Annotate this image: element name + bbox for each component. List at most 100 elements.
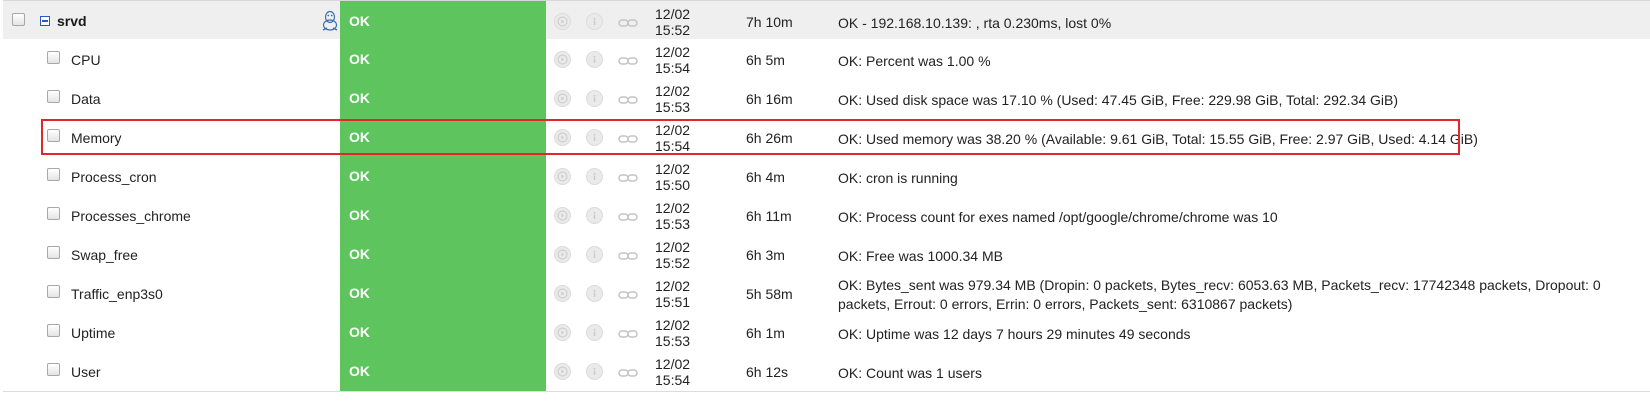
collapse-toggle-icon[interactable] [40, 16, 50, 26]
last-check-time: 15:54 [655, 372, 691, 388]
last-check: 12/02 15:54 [655, 356, 690, 388]
duration: 7h 10m [746, 14, 793, 30]
info-icon[interactable] [586, 207, 603, 224]
link-icon[interactable] [616, 92, 638, 104]
schedule-check-icon[interactable] [554, 168, 571, 185]
last-check: 12/02 15:54 [655, 44, 690, 76]
last-check-date: 12/02 [655, 200, 691, 216]
service-checkbox[interactable] [47, 51, 60, 64]
link-icon[interactable] [616, 248, 638, 260]
link-icon[interactable] [616, 287, 638, 299]
last-check-time: 15:53 [655, 216, 691, 232]
status-badge: OK [340, 117, 546, 157]
status-badge: OK [340, 39, 546, 79]
schedule-check-icon[interactable] [554, 129, 571, 146]
link-icon[interactable] [616, 131, 638, 143]
duration: 6h 12s [746, 364, 789, 380]
service-checkbox[interactable] [47, 324, 60, 337]
service-checkbox[interactable] [47, 90, 60, 103]
host-name[interactable]: srvd [57, 13, 87, 29]
last-check-date: 12/02 [655, 161, 691, 177]
service-row[interactable]: Processes_chrome OK 12/02 15:53 6h 11m OK… [3, 195, 1650, 236]
link-icon[interactable] [616, 170, 638, 182]
info-icon[interactable] [586, 324, 603, 341]
link-icon[interactable] [616, 209, 638, 221]
schedule-check-icon[interactable] [554, 324, 571, 341]
service-row[interactable]: CPU OK 12/02 15:54 6h 5m OK: Percent was … [3, 39, 1650, 80]
duration: 6h 4m [746, 169, 785, 185]
duration: 6h 26m [746, 130, 793, 146]
service-row[interactable]: Data OK 12/02 15:53 6h 16m OK: Used disk … [3, 78, 1650, 119]
service-name[interactable]: Memory [71, 130, 122, 146]
schedule-check-icon[interactable] [554, 363, 571, 380]
schedule-check-icon[interactable] [554, 285, 571, 302]
service-name[interactable]: User [71, 364, 101, 380]
last-check-time: 15:54 [655, 138, 691, 154]
last-check: 12/02 15:51 [655, 278, 690, 310]
duration: 6h 3m [746, 247, 785, 263]
service-row[interactable]: Process_cron OK 12/02 15:50 6h 4m OK: cro… [3, 156, 1650, 197]
info-icon[interactable] [586, 13, 603, 30]
link-icon[interactable] [616, 15, 638, 27]
info-icon[interactable] [586, 363, 603, 380]
status-information: OK: Uptime was 12 days 7 hours 29 minute… [838, 326, 1191, 342]
service-row[interactable]: Swap_free OK 12/02 15:52 6h 3m OK: Free w… [3, 234, 1650, 275]
status-badge: OK [340, 351, 546, 391]
status-badge: OK [340, 1, 546, 41]
last-check-time: 15:52 [655, 22, 691, 38]
service-name[interactable]: Processes_chrome [71, 208, 191, 224]
status-information: OK: Count was 1 users [838, 365, 982, 381]
service-row[interactable]: Traffic_enp3s0 OK 12/02 15:51 5h 58m OK: … [3, 273, 1650, 314]
duration: 6h 16m [746, 91, 793, 107]
status-information: OK: Used memory was 38.20 % (Available: … [838, 131, 1478, 147]
last-check-date: 12/02 [655, 356, 691, 372]
service-name[interactable]: Process_cron [71, 169, 157, 185]
service-checkbox[interactable] [47, 129, 60, 142]
schedule-check-icon[interactable] [554, 90, 571, 107]
last-check-time: 15:51 [655, 294, 691, 310]
service-name[interactable]: Uptime [71, 325, 115, 341]
service-name[interactable]: Swap_free [71, 247, 138, 263]
host-row[interactable]: srvd OK 12/02 15:52 7h 10m OK - 192.168.… [3, 0, 1650, 41]
schedule-check-icon[interactable] [554, 13, 571, 30]
service-name[interactable]: Traffic_enp3s0 [71, 286, 163, 302]
last-check: 12/02 15:53 [655, 200, 690, 232]
duration: 6h 5m [746, 52, 785, 68]
last-check-date: 12/02 [655, 239, 691, 255]
schedule-check-icon[interactable] [554, 246, 571, 263]
info-icon[interactable] [586, 129, 603, 146]
schedule-check-icon[interactable] [554, 207, 571, 224]
service-row[interactable]: Uptime OK 12/02 15:53 6h 1m OK: Uptime wa… [3, 312, 1650, 353]
info-icon[interactable] [586, 90, 603, 107]
service-row[interactable]: User OK 12/02 15:54 6h 12s OK: Count was … [3, 351, 1650, 392]
host-checkbox[interactable] [12, 13, 25, 26]
service-checkbox[interactable] [47, 363, 60, 376]
link-icon[interactable] [616, 53, 638, 65]
service-name[interactable]: Data [71, 91, 101, 107]
link-icon[interactable] [616, 365, 638, 377]
status-information: OK: Percent was 1.00 % [838, 53, 991, 69]
service-name[interactable]: CPU [71, 52, 101, 68]
status-badge: OK [340, 273, 546, 313]
service-checkbox[interactable] [47, 285, 60, 298]
last-check-date: 12/02 [655, 122, 691, 138]
info-icon[interactable] [586, 51, 603, 68]
service-checkbox[interactable] [47, 168, 60, 181]
last-check: 12/02 15:50 [655, 161, 690, 193]
info-icon[interactable] [586, 246, 603, 263]
last-check-date: 12/02 [655, 278, 691, 294]
status-information: OK: Process count for exes named /opt/go… [838, 209, 1278, 225]
duration: 6h 1m [746, 325, 785, 341]
status-badge: OK [340, 78, 546, 118]
info-icon[interactable] [586, 168, 603, 185]
schedule-check-icon[interactable] [554, 51, 571, 68]
service-row[interactable]: Memory OK 12/02 15:54 6h 26m OK: Used mem… [3, 117, 1650, 158]
service-checkbox[interactable] [47, 246, 60, 259]
duration: 6h 11m [746, 208, 792, 224]
link-icon[interactable] [616, 326, 638, 338]
service-checkbox[interactable] [47, 207, 60, 220]
last-check-time: 15:53 [655, 333, 691, 349]
info-icon[interactable] [586, 285, 603, 302]
duration: 5h 58m [746, 286, 793, 302]
last-check-date: 12/02 [655, 44, 691, 60]
